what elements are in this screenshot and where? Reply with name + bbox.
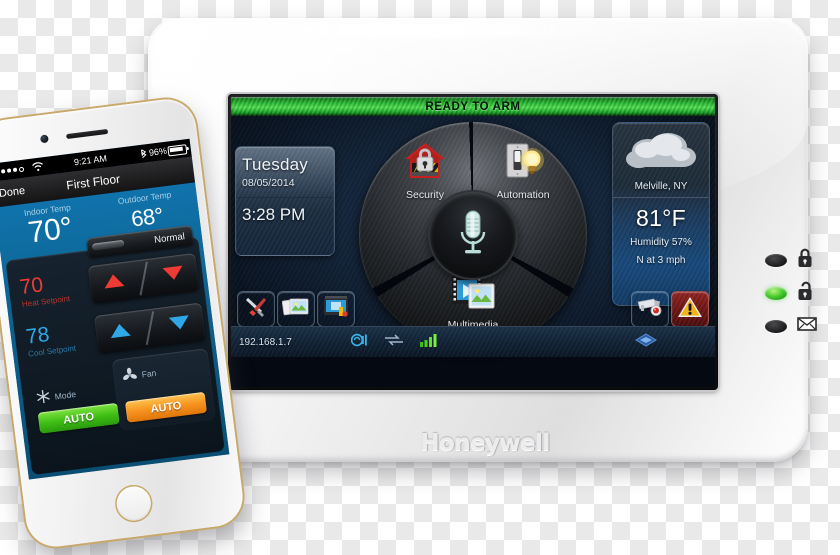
system-status-text: Normal [153,230,186,246]
cool-increase-arrow[interactable] [109,322,131,339]
screen-content: Tuesday 08/05/2014 3:28 PM Security Auto… [231,116,715,357]
panel-screen[interactable]: READY TO ARM Tuesday 08/05/2014 3:28 PM [231,97,715,387]
envelope-icon [797,316,817,336]
house-lock-icon [402,140,448,187]
security-camera-icon [636,296,664,323]
time-value: 3:28 PM [242,205,306,224]
earpiece-speaker [65,128,109,140]
dial-item-security[interactable]: Security [377,140,473,201]
iphone-body: 9:21 AM 96% Done First Floor Indoor Temp… [0,96,247,550]
stepper-divider [145,311,155,346]
fan-label: Fan [141,367,157,380]
date-value: 08/05/2014 [242,177,295,189]
date-time-panel[interactable]: Tuesday 08/05/2014 3:28 PM [235,146,335,256]
indoor-temp-block: Indoor Temp 70° [0,199,99,252]
scene-stage: Honeywell READY TO ARM Tuesday 08/05/201… [0,0,840,555]
status-banner: READY TO ARM [231,97,715,116]
padlock-open-icon [797,281,813,306]
tools-tile[interactable] [237,291,275,327]
padlock-closed-icon [797,248,813,273]
status-banner-text: READY TO ARM [425,100,521,113]
microphone-icon [456,208,490,263]
light-switch-bulb-icon [500,140,546,187]
panel-indicator-leds [765,248,827,350]
led-ready [765,286,787,300]
front-camera [39,134,49,144]
network-transfer-icon[interactable] [384,333,404,351]
heat-increase-arrow[interactable] [102,273,125,289]
cool-setpoint-stepper[interactable] [93,302,206,354]
battery-percent: 96% [148,145,168,158]
heat-setpoint-value: 70 [18,273,45,300]
nav-title: First Floor [65,171,121,193]
thermostat-controls: Normal 70 Heat Setpoint 78 Cool Setpoint… [5,225,225,476]
led-message [765,319,787,333]
weather-humidity: Humidity 57% [630,237,692,248]
heat-decrease-arrow[interactable] [162,265,184,282]
weather-location: Melville, NY [634,181,688,192]
status-slider-handle[interactable] [91,239,125,251]
led-row-armed [765,248,827,273]
home-button[interactable] [114,484,153,523]
panel-highlight [168,22,668,38]
camera-tile[interactable] [631,291,669,327]
weather-widget[interactable]: Melville, NY 81°F Humidity 57% N at 3 mp… [612,122,710,306]
status-icons [350,333,438,352]
led-row-message [765,316,827,336]
monitor-info-icon: i [322,295,350,324]
zwave-diamond-icon[interactable] [635,332,657,352]
signal-bars-icon[interactable] [420,333,438,352]
heat-setpoint-stepper[interactable] [87,252,200,305]
honeywell-logo: Honeywell [420,430,550,456]
thermostat-app: Indoor Temp 70° Outdoor Temp 68° Normal [0,182,230,480]
day-of-week: Tuesday [242,155,308,174]
fan-control: Fan AUTO [111,348,216,432]
done-button[interactable]: Done [0,185,26,200]
ip-address: 192.168.1.7 [239,336,292,348]
photos-icon [281,296,310,323]
screwdriver-tools-icon [244,296,268,323]
mode-label: Mode [54,389,77,402]
snowflake-icon [35,388,52,410]
iphone-device: 9:21 AM 96% Done First Floor Indoor Temp… [0,96,247,550]
cool-setpoint-value: 78 [24,322,51,349]
sound-icon[interactable] [350,333,368,352]
led-row-ready [765,281,827,306]
weather-wind: N at 3 mph [636,255,686,266]
photos-tile[interactable] [277,291,315,327]
panel-status-bar: 192.168.1.7 [231,326,715,357]
app-tray: i [231,287,715,327]
weather-divider [613,197,709,198]
stepper-divider [139,261,148,296]
led-armed [765,253,787,267]
battery-icon [167,144,188,157]
panel-screen-frame: READY TO ARM Tuesday 08/05/2014 3:28 PM [228,94,718,390]
iphone-screen[interactable]: 9:21 AM 96% Done First Floor Indoor Temp… [0,138,230,480]
weather-temperature: 81°F [635,205,687,231]
cloudy-icon [621,129,701,177]
fan-auto-button[interactable]: AUTO [124,391,207,423]
cool-decrease-arrow[interactable] [168,315,191,331]
panic-tile[interactable] [671,291,709,327]
dial-item-automation[interactable]: Automation [475,140,571,201]
honeywell-panel: Honeywell READY TO ARM Tuesday 08/05/201… [140,12,830,472]
bluetooth-icon [139,148,147,161]
dial-center-voice-button[interactable] [430,192,516,278]
warning-triangle-icon [677,295,703,324]
system-info-tile[interactable]: i [317,291,355,327]
fan-icon [121,366,140,389]
zwave-status [635,332,657,352]
